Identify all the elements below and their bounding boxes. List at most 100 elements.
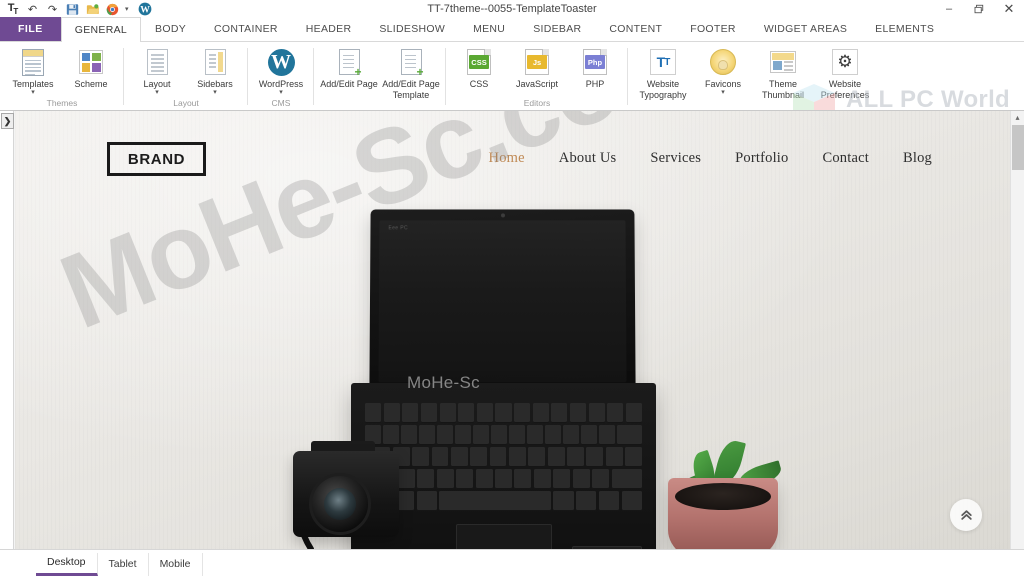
- expand-panel-button[interactable]: ❯: [1, 113, 14, 129]
- chevron-down-icon[interactable]: ▾: [721, 89, 725, 97]
- vertical-scrollbar[interactable]: ▴: [1010, 111, 1024, 549]
- close-button[interactable]: ✕: [994, 0, 1024, 18]
- theme-thumbnail-button[interactable]: Theme Thumbnail: [752, 45, 814, 100]
- sidebars-label: Sidebars: [197, 79, 233, 89]
- chevron-down-icon[interactable]: ▾: [213, 89, 217, 97]
- sidebars-icon: [204, 47, 226, 77]
- wordpress-icon[interactable]: W: [137, 2, 152, 17]
- sidebars-button[interactable]: Sidebars ▾: [186, 45, 244, 97]
- window-controls: – ✕: [934, 0, 1024, 18]
- nav-item-about-us[interactable]: About Us: [559, 150, 617, 167]
- css-badge: CSS: [469, 55, 489, 69]
- favicons-button[interactable]: Favicons ▾: [694, 45, 752, 97]
- svg-text:W: W: [140, 5, 150, 16]
- save-icon[interactable]: [65, 2, 80, 17]
- design-canvas: ❯ Eee PC BRAND Home About Us Services Po…: [0, 111, 1024, 549]
- website-typography-label: Website Typography: [639, 79, 687, 100]
- laptop-keyboard: [365, 403, 642, 511]
- chevron-down-icon[interactable]: ▾: [125, 5, 132, 13]
- nav-item-contact[interactable]: Contact: [822, 150, 869, 167]
- website-preferences-label: Website Preferences: [820, 79, 870, 100]
- website-preferences-icon: ⚙: [832, 47, 858, 77]
- scheme-button[interactable]: Scheme: [62, 45, 120, 90]
- restore-button[interactable]: [964, 0, 994, 18]
- scheme-icon: [79, 47, 103, 77]
- wordpress-icon: W: [267, 47, 295, 77]
- device-tab-desktop[interactable]: Desktop: [36, 553, 98, 576]
- website-preferences-button[interactable]: ⚙ Website Preferences: [814, 45, 876, 100]
- scrollbar-thumb[interactable]: [1012, 125, 1024, 170]
- tab-footer[interactable]: FOOTER: [676, 17, 750, 41]
- css-icon: CSS: [467, 47, 491, 77]
- group-label-cms: CMS: [271, 98, 291, 108]
- javascript-label: JavaScript: [515, 79, 559, 89]
- flower-pot: [668, 478, 778, 549]
- favicons-label: Favicons: [704, 79, 741, 89]
- scheme-label: Scheme: [74, 79, 108, 89]
- laptop-lid: Eee PC: [369, 209, 636, 390]
- chevron-down-icon[interactable]: ▾: [155, 89, 159, 97]
- minimize-button[interactable]: –: [934, 0, 964, 18]
- laptop-brand-text: Eee PC: [388, 225, 408, 232]
- templates-label: Templates: [12, 79, 54, 89]
- css-label: CSS: [469, 79, 489, 89]
- tab-general[interactable]: GENERAL: [60, 17, 142, 42]
- wordpress-label: WordPress: [258, 79, 304, 89]
- wordpress-button[interactable]: W WordPress ▾: [252, 45, 310, 97]
- tab-menu[interactable]: MENU: [459, 17, 519, 41]
- typography-icon[interactable]: TT: [5, 2, 20, 17]
- templatetoaster-window: TT ↶ ↷ ▾ W TT-7theme--0055-TemplateToast…: [0, 0, 1024, 576]
- tab-container[interactable]: CONTAINER: [200, 17, 292, 41]
- device-tab-tablet[interactable]: Tablet: [98, 553, 149, 576]
- ribbon-group-editors: CSS CSS Js JavaScript Php PHP Editors: [446, 42, 628, 110]
- device-tab-mobile[interactable]: Mobile: [149, 553, 203, 576]
- group-label-layout: Layout: [173, 98, 199, 108]
- camera: [285, 429, 403, 549]
- nav-item-services[interactable]: Services: [650, 150, 701, 167]
- add-edit-page-template-button[interactable]: + Add/Edit Page Template: [380, 45, 442, 100]
- add-edit-page-icon: +: [338, 47, 362, 78]
- templates-icon: [22, 47, 44, 77]
- theme-thumbnail-label: Theme Thumbnail: [761, 79, 805, 100]
- open-project-icon[interactable]: [85, 2, 100, 17]
- title-bar: TT ↶ ↷ ▾ W TT-7theme--0055-TemplateToast…: [0, 0, 1024, 35]
- website-typography-button[interactable]: TT Website Typography: [632, 45, 694, 100]
- tab-body[interactable]: BODY: [141, 17, 200, 41]
- add-edit-page-template-label: Add/Edit Page Template: [382, 79, 440, 100]
- css-button[interactable]: CSS CSS: [450, 45, 508, 90]
- quick-access-toolbar: TT ↶ ↷ ▾ W: [0, 0, 152, 18]
- tab-content[interactable]: CONTENT: [595, 17, 676, 41]
- chevron-down-icon[interactable]: ▾: [31, 89, 35, 97]
- group-label-website-tools: [628, 100, 880, 110]
- tab-elements[interactable]: ELEMENTS: [861, 17, 948, 41]
- layout-label: Layout: [143, 79, 171, 89]
- add-edit-page-button[interactable]: + Add/Edit Page: [318, 45, 380, 90]
- scroll-up-arrow[interactable]: ▴: [1011, 111, 1024, 124]
- ribbon-group-website-tools: TT Website Typography Favicons ▾ Theme T…: [628, 42, 880, 110]
- layout-button[interactable]: Layout ▾: [128, 45, 186, 97]
- add-edit-page-template-icon: +: [400, 47, 424, 78]
- redo-icon[interactable]: ↷: [45, 2, 60, 17]
- scroll-to-top-button[interactable]: [950, 499, 982, 531]
- undo-icon[interactable]: ↶: [25, 2, 40, 17]
- theme-thumbnail-icon: [770, 47, 796, 77]
- brand-logo[interactable]: BRAND: [107, 142, 206, 176]
- tab-sidebar[interactable]: SIDEBAR: [519, 17, 595, 41]
- preview-browser-icon[interactable]: [105, 2, 120, 17]
- brand-logo-text: BRAND: [127, 150, 186, 168]
- php-label: PHP: [585, 79, 605, 89]
- nav-item-home[interactable]: Home: [489, 150, 525, 167]
- templates-button[interactable]: Templates ▾: [4, 45, 62, 97]
- tab-file[interactable]: FILE: [0, 17, 61, 41]
- tab-slideshow[interactable]: SLIDESHOW: [365, 17, 459, 41]
- tab-header[interactable]: HEADER: [292, 17, 366, 41]
- nav-item-blog[interactable]: Blog: [903, 150, 932, 167]
- ribbon-group-pages: + Add/Edit Page + Add/Edit Page Template: [314, 42, 446, 110]
- chevron-down-icon[interactable]: ▾: [279, 89, 283, 97]
- website-typography-icon: TT: [650, 47, 676, 77]
- soil: [675, 483, 771, 510]
- nav-item-portfolio[interactable]: Portfolio: [735, 150, 788, 167]
- php-button[interactable]: Php PHP: [566, 45, 624, 90]
- tab-widget-areas[interactable]: WIDGET AREAS: [750, 17, 861, 41]
- javascript-button[interactable]: Js JavaScript: [508, 45, 566, 90]
